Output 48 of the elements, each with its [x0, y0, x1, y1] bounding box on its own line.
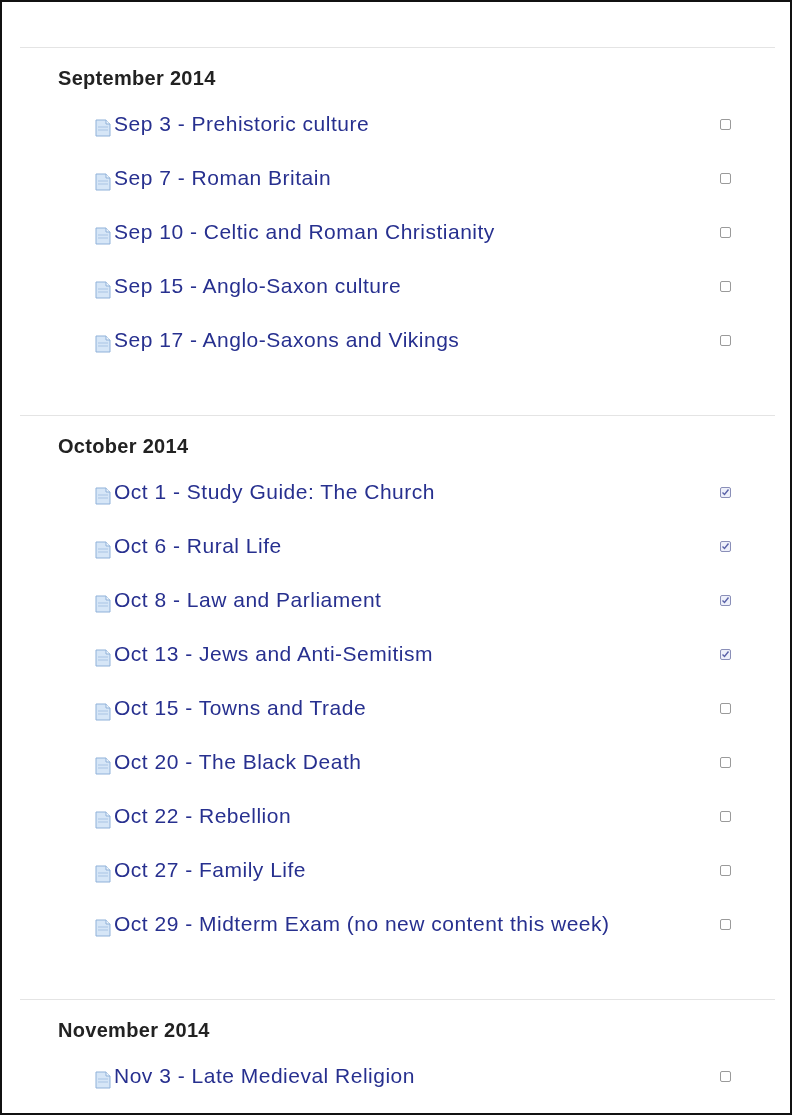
- document-icon: [95, 119, 111, 137]
- activity-link[interactable]: Sep 17 - Anglo-Saxons and Vikings: [95, 327, 460, 353]
- completion-checkbox[interactable]: [720, 172, 731, 184]
- activity-link[interactable]: Sep 10 - Celtic and Roman Christianity: [95, 219, 495, 245]
- document-icon: [95, 865, 111, 883]
- completion-checkbox[interactable]: [720, 810, 731, 822]
- activity-link[interactable]: Oct 15 - Towns and Trade: [95, 695, 367, 721]
- completion-checkbox[interactable]: [720, 864, 731, 876]
- month-heading: September 2014: [58, 66, 216, 90]
- document-icon: [95, 487, 111, 505]
- completion-checkbox[interactable]: [720, 648, 731, 660]
- document-icon: [95, 919, 111, 937]
- completion-checkbox[interactable]: [720, 756, 731, 768]
- activity-link[interactable]: Oct 22 - Rebellion: [95, 803, 292, 829]
- activity-link[interactable]: Nov 3 - Late Medieval Religion: [95, 1063, 415, 1089]
- completion-checkbox[interactable]: [720, 594, 731, 606]
- activity-link[interactable]: Oct 13 - Jews and Anti-Semitism: [95, 641, 433, 667]
- activity-link[interactable]: Oct 20 - The Black Death: [95, 749, 362, 775]
- document-icon: [95, 649, 111, 667]
- document-icon: [95, 595, 111, 613]
- completion-checkbox[interactable]: [720, 486, 731, 498]
- completion-checkbox[interactable]: [720, 280, 731, 292]
- activity-link[interactable]: Oct 1 - Study Guide: The Church: [95, 479, 435, 505]
- completion-checkbox[interactable]: [720, 118, 731, 130]
- activity-link[interactable]: Oct 29 - Midterm Exam (no new content this week): [95, 911, 610, 937]
- completion-checkbox[interactable]: [720, 918, 731, 930]
- completion-checkbox[interactable]: [720, 702, 731, 714]
- completion-checkbox[interactable]: [720, 334, 731, 346]
- activity-link[interactable]: Sep 3 - Prehistoric culture: [95, 111, 370, 137]
- document-icon: [95, 227, 111, 245]
- month-heading: November 2014: [58, 1018, 210, 1042]
- activity-link[interactable]: Oct 27 - Family Life: [95, 857, 307, 883]
- document-icon: [95, 541, 111, 559]
- document-icon: [95, 173, 111, 191]
- document-icon: [95, 703, 111, 721]
- month-heading: October 2014: [58, 434, 189, 458]
- document-icon: [95, 281, 111, 299]
- document-icon: [95, 1071, 111, 1089]
- completion-checkbox[interactable]: [720, 1070, 731, 1082]
- activity-link[interactable]: Oct 6 - Rural Life: [95, 533, 282, 559]
- activity-link[interactable]: Sep 15 - Anglo-Saxon culture: [95, 273, 402, 299]
- completion-checkbox[interactable]: [720, 226, 731, 238]
- document-icon: [95, 335, 111, 353]
- activity-link[interactable]: Oct 8 - Law and Parliament: [95, 587, 382, 613]
- document-icon: [95, 811, 111, 829]
- completion-checkbox[interactable]: [720, 540, 731, 552]
- document-icon: [95, 757, 111, 775]
- activity-link[interactable]: Sep 7 - Roman Britain: [95, 165, 332, 191]
